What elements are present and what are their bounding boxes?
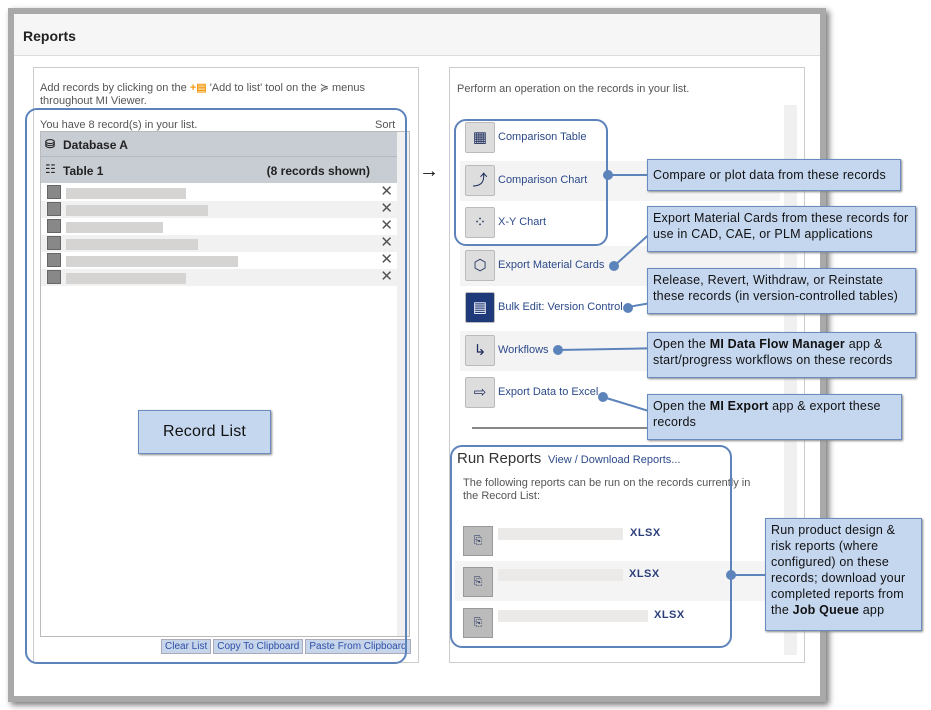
arrow-icon: → [419,160,439,182]
op-label: Bulk Edit: Version Control [498,301,623,313]
callout-export: Open the MI Export app & export these re… [647,394,902,440]
callout-export-material-cards: Export Material Cards from these records… [647,206,916,252]
divider [472,427,652,429]
callout-workflows: Open the MI Data Flow Manager app & star… [647,332,916,378]
record-list-callout: Record List [138,410,271,454]
operations-hint: Perform an operation on the records in y… [457,83,690,95]
record-list-highlight [25,108,407,664]
op-label: Export Material Cards [498,259,605,271]
page-header: Reports [14,14,820,56]
connector-line [731,574,766,576]
op-label: Export Data to Excel [498,386,599,398]
callout-version-control: Release, Revert, Withdraw, or Reinstate … [647,268,916,314]
op-label: Workflows [498,344,549,356]
page-title: Reports [23,28,76,44]
export-excel-icon: ⇨ [465,377,495,408]
add-records-hint: Add records by clicking on the +▤ 'Add t… [40,82,366,107]
callout-reports: Run product design & risk reports (where… [765,518,922,631]
export-material-cards-icon: ⬡ [465,250,495,281]
connector-line [608,174,648,176]
add-to-list-icon: +▤ [189,82,207,94]
workflows-icon: ↳ [465,335,495,366]
reports-highlight [450,445,732,648]
callout-compare: Compare or plot data from these records [647,159,901,191]
chart-ops-highlight [454,119,608,246]
chevron-down-icon: ≽ [319,82,329,94]
bulk-edit-icon: ▤ [465,292,495,323]
